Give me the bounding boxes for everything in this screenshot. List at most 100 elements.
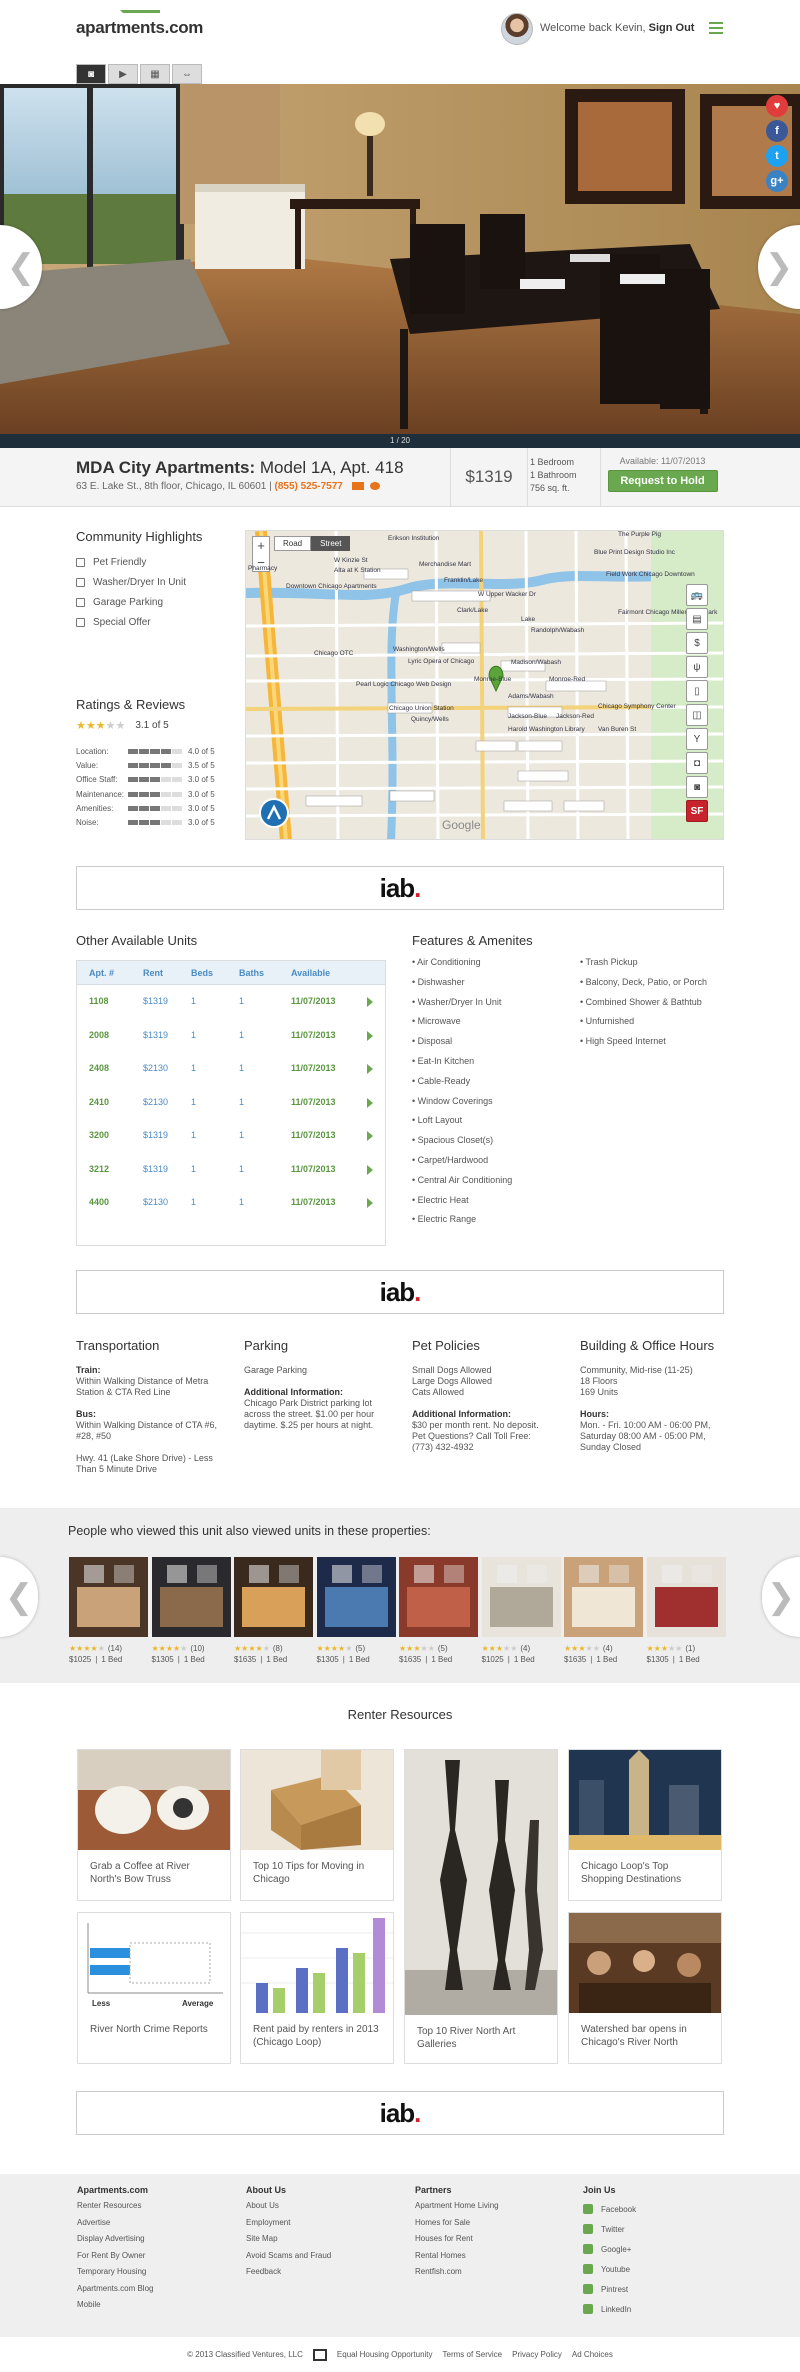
map-label: W Upper Wacker Dr	[478, 591, 536, 598]
resource-card[interactable]: Rent paid by renters in 2013 (Chicago Lo…	[240, 1912, 394, 2064]
legal-link[interactable]: Equal Housing Opportunity	[337, 2350, 433, 2359]
footer-link[interactable]: About Us	[246, 2198, 331, 2215]
table-row[interactable]	[77, 1087, 385, 1120]
phone-link[interactable]: (855) 525-7577	[274, 481, 342, 492]
zoom-in-button[interactable]: +	[253, 537, 269, 554]
neighborhood-map[interactable]: Google + − Road Street Erikson Instituti…	[245, 530, 724, 840]
map-layer-school-icon[interactable]: ▤	[686, 608, 708, 630]
email-icon[interactable]	[351, 482, 364, 491]
row-arrow-icon[interactable]	[367, 1030, 373, 1041]
resource-card[interactable]: Less Average River North Crime Reports	[77, 1912, 231, 2064]
resource-card[interactable]: Top 10 Tips for Moving in Chicago	[240, 1749, 394, 1901]
tour-tab-360-icon[interactable]: ⇔	[172, 64, 202, 84]
coffee-cup-image	[78, 1750, 230, 1850]
footer-link[interactable]: Site Map	[246, 2231, 331, 2248]
site-logo[interactable]: apartments.com	[76, 10, 203, 38]
map-layer-entertainment-icon[interactable]: ◘	[686, 752, 708, 774]
row-arrow-icon[interactable]	[367, 1131, 373, 1141]
footer-link[interactable]: Mobile	[77, 2297, 153, 2314]
legal-link[interactable]: Ad Choices	[572, 2350, 613, 2359]
footer-link[interactable]: Homes for Sale	[415, 2215, 499, 2232]
hero-photo[interactable]	[0, 84, 800, 434]
table-row[interactable]	[77, 1020, 385, 1053]
footer-link[interactable]: Apartment Home Living	[415, 2198, 499, 2215]
road-view-button[interactable]: Road	[274, 536, 312, 551]
row-arrow-icon[interactable]	[367, 1097, 373, 1108]
property-thumbnail[interactable]	[564, 1557, 643, 1637]
footer-link[interactable]: Renter Resources	[77, 2198, 153, 2215]
facebook-link[interactable]: Facebook	[583, 2199, 636, 2219]
property-thumbnail[interactable]	[316, 1557, 396, 1637]
footer-link[interactable]: For Rent By Owner	[77, 2248, 153, 2265]
footer-link[interactable]: Rental Homes	[415, 2248, 499, 2265]
google-plus-share-icon[interactable]: g+	[766, 170, 788, 192]
footer-link[interactable]: Display Advertising	[77, 2231, 153, 2248]
map-label: Harold Washington Library	[508, 726, 585, 733]
footer-link[interactable]: Houses for Rent	[415, 2231, 499, 2248]
welcome-prefix: Welcome back	[540, 22, 612, 34]
legal-link[interactable]: Privacy Policy	[512, 2350, 562, 2359]
footer-link[interactable]: Feedback	[246, 2264, 331, 2281]
twitter-share-icon[interactable]: t	[766, 145, 788, 167]
map-layer-bank-icon[interactable]: $	[686, 632, 708, 654]
ad-banner[interactable]: iab.	[76, 1270, 724, 1314]
twitter-link[interactable]: Twitter	[583, 2219, 636, 2239]
resource-card[interactable]: Chicago Loop's Top Shopping Destinations	[568, 1749, 722, 1901]
overall-rating[interactable]: ★★★★★ 3.1 of 5	[76, 719, 169, 732]
map-layer-bus-icon[interactable]: 🚌	[686, 584, 708, 606]
map-layer-restaurant-icon[interactable]: ψ	[686, 656, 708, 678]
property-thumbnail[interactable]	[646, 1557, 726, 1637]
request-to-hold-button[interactable]: Request to Hold	[607, 470, 718, 492]
property-thumbnail[interactable]	[399, 1557, 478, 1637]
map-layer-shopping-icon[interactable]: ◫	[686, 704, 708, 726]
property-thumbnail[interactable]	[481, 1557, 561, 1637]
legal-link[interactable]: Terms of Service	[443, 2350, 503, 2359]
footer-link[interactable]: Advertise	[77, 2215, 153, 2232]
floorplan-tab-icon[interactable]: ▦	[140, 64, 170, 84]
table-row[interactable]	[77, 1053, 385, 1086]
row-arrow-icon[interactable]	[367, 1064, 373, 1074]
resource-card-tall[interactable]: Top 10 River North Art Galleries	[404, 1749, 558, 2064]
ad-dot: .	[414, 1276, 421, 1307]
footer-link[interactable]: Temporary Housing	[77, 2264, 153, 2281]
pet-details: Small Dogs Allowed Large Dogs Allowed Ca…	[412, 1365, 552, 1453]
google-plus-link[interactable]: Google+	[583, 2239, 636, 2259]
map-layer-grocery-icon[interactable]: ▯	[686, 680, 708, 702]
youtube-link[interactable]: Youtube	[583, 2259, 636, 2279]
row-arrow-icon[interactable]	[367, 1164, 373, 1175]
property-thumbnail[interactable]	[234, 1557, 313, 1637]
property-thumbnail[interactable]	[69, 1557, 148, 1637]
footer-link[interactable]: Avoid Scams and Fraud	[246, 2248, 331, 2265]
pinterest-link[interactable]: Pintrest	[583, 2279, 636, 2299]
ad-banner[interactable]: iab.	[76, 866, 724, 910]
resource-card[interactable]: Watershed bar opens in Chicago's River N…	[568, 1912, 722, 2064]
facebook-share-icon[interactable]: f	[766, 120, 788, 142]
hamburger-menu-icon[interactable]	[709, 22, 723, 34]
linkedin-link[interactable]: LinkedIn	[583, 2299, 636, 2319]
sf-badge-icon[interactable]: SF	[686, 800, 708, 822]
ad-banner[interactable]: iab.	[76, 2091, 724, 2135]
street-view-button[interactable]: Street	[311, 536, 351, 551]
footer-link[interactable]: Employment	[246, 2215, 331, 2232]
row-arrow-icon[interactable]	[367, 1198, 373, 1208]
rating-label: Value:	[76, 761, 99, 771]
video-tab-play-icon[interactable]: ▶	[108, 64, 138, 84]
chat-icon[interactable]	[370, 482, 381, 491]
table-row[interactable]	[77, 1187, 385, 1220]
favorite-heart-icon[interactable]: ♥	[766, 95, 788, 117]
sign-out-link[interactable]: Sign Out	[649, 22, 695, 34]
row-arrow-icon[interactable]	[367, 997, 373, 1007]
table-row[interactable]	[77, 1120, 385, 1153]
resource-card[interactable]: Grab a Coffee at River North's Bow Truss	[77, 1749, 231, 1901]
map-layer-bar-icon[interactable]: Y	[686, 728, 708, 750]
property-thumbnail[interactable]	[151, 1557, 231, 1637]
table-row[interactable]	[77, 986, 385, 1019]
avatar[interactable]	[501, 13, 533, 45]
footer-link[interactable]: Rentfish.com	[415, 2264, 499, 2281]
map-layer-camera-icon[interactable]: ◙	[686, 776, 708, 798]
photo-tab-camera-icon[interactable]: ◙	[76, 64, 106, 84]
map-label: Pearl Logic Chicago Web Design	[356, 681, 452, 688]
footer-link[interactable]: Apartments.com Blog	[77, 2281, 153, 2298]
map-label: Erikson Institution	[388, 535, 440, 542]
table-row[interactable]	[77, 1154, 385, 1187]
